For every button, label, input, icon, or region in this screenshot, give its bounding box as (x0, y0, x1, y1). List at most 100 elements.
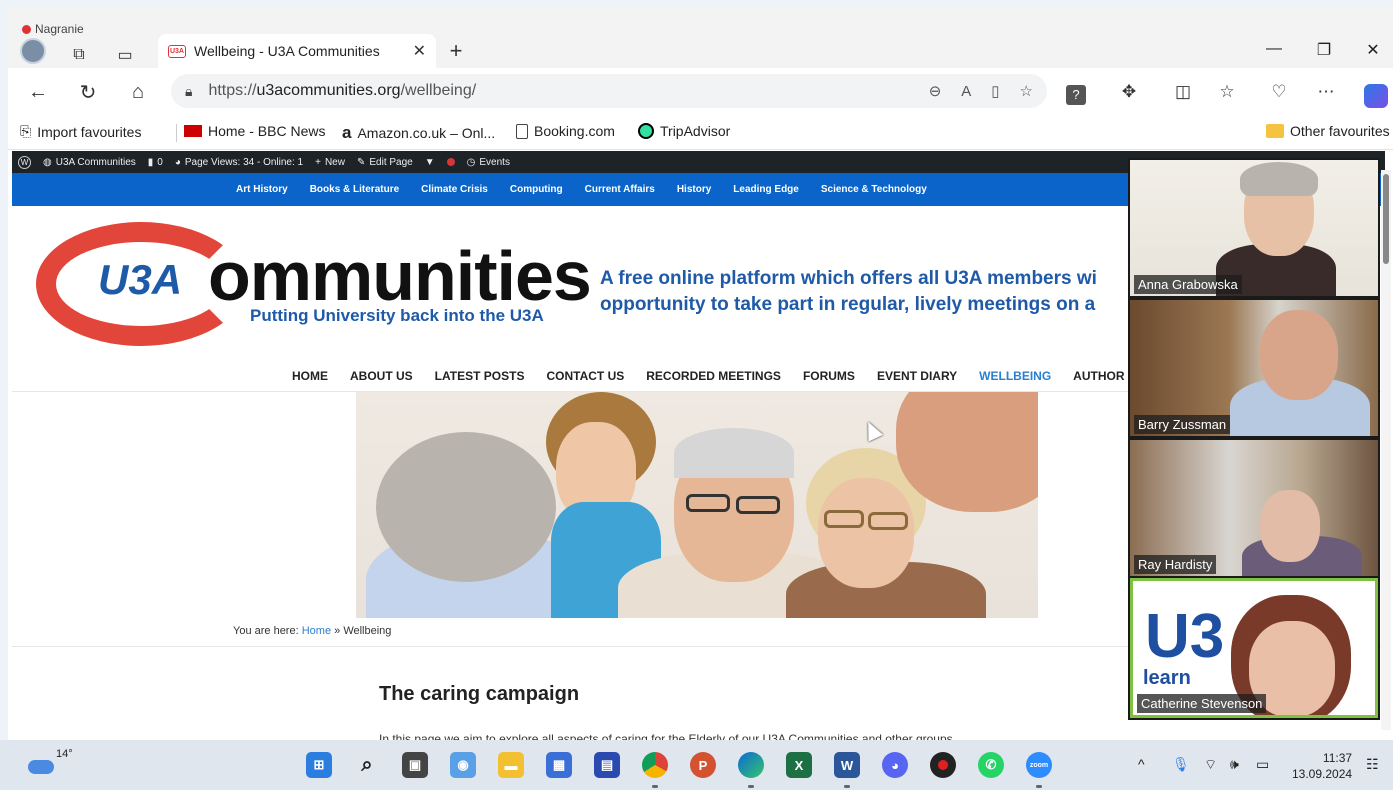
back-button[interactable]: ← (22, 76, 54, 108)
yoast-icon[interactable]: ▼ (425, 157, 435, 168)
category-link[interactable]: Science & Technology (821, 184, 927, 195)
wp-edit-page[interactable]: ✎ Edit Page (357, 157, 413, 168)
task-view-icon[interactable]: ▣ (402, 752, 428, 778)
tab-wellbeing[interactable]: U3A Wellbeing - U3A Communities ✕ (158, 34, 436, 68)
amazon-icon: a (342, 123, 352, 142)
chrome-icon[interactable] (642, 752, 668, 778)
breadcrumb-current: Wellbeing (343, 625, 392, 637)
restore-button[interactable]: ❐ (1304, 40, 1344, 60)
wp-page-views[interactable]: ◕ Page Views: 34 - Online: 1 (175, 157, 303, 168)
wifi-icon[interactable]: ⌔ (1204, 756, 1217, 774)
wp-new[interactable]: + New (315, 157, 345, 168)
category-link[interactable]: Current Affairs (585, 184, 655, 195)
workspaces-icon[interactable]: ⧉ (66, 42, 92, 68)
whatsapp-icon[interactable]: ✆ (978, 752, 1004, 778)
favorite-star-icon[interactable]: ☆ (1020, 82, 1033, 100)
immersive-reader-icon[interactable]: ▯ (991, 82, 999, 100)
nav-contact-us[interactable]: CONTACT US (546, 369, 624, 383)
folder-icon (1266, 124, 1284, 138)
copilot-icon[interactable] (1364, 84, 1388, 108)
category-link[interactable]: Climate Crisis (421, 184, 488, 195)
breadcrumb-home-link[interactable]: Home (302, 625, 331, 637)
participant-name: Ray Hardisty (1134, 555, 1217, 574)
widgets-icon[interactable]: ◉ (450, 752, 476, 778)
wordpress-icon[interactable]: W (18, 155, 31, 169)
powerpoint-icon[interactable]: P (690, 752, 716, 778)
wp-events[interactable]: ◷ Events (467, 157, 510, 168)
url-text[interactable]: https://u3acommunities.org/wellbeing/ (208, 82, 908, 100)
file-explorer-icon[interactable]: ▬ (498, 752, 524, 778)
clock-date: 13.09.2024 (1292, 767, 1353, 781)
import-icon: ⎘ (20, 123, 32, 139)
help-extension-icon[interactable]: ? (1066, 85, 1086, 105)
nav-event-diary[interactable]: EVENT DIARY (877, 369, 957, 383)
record-app-icon[interactable] (930, 752, 956, 778)
participant-tile[interactable]: Anna Grabowska (1130, 160, 1378, 296)
close-tab-icon[interactable]: ✕ (413, 41, 426, 61)
read-aloud-icon[interactable]: A (961, 83, 971, 100)
nav-forums[interactable]: FORUMS (803, 369, 855, 383)
home-button[interactable]: ⌂ (122, 76, 154, 108)
system-clock[interactable]: 11:37 13.09.2024 (1292, 750, 1352, 782)
category-link[interactable]: Computing (510, 184, 563, 195)
tab-actions-icon[interactable]: ▭ (112, 42, 138, 68)
fav-booking[interactable]: Booking.com (516, 123, 615, 139)
participant-tile[interactable]: Barry Zussman (1130, 300, 1378, 436)
battery-icon[interactable]: ▭ (1256, 756, 1269, 773)
breadcrumb: You are here: Home » Wellbeing (233, 625, 392, 637)
microphone-icon[interactable]: 🎙︎ (1172, 756, 1190, 773)
page-intro: In this page we aim to explore all aspec… (379, 732, 953, 740)
notifications-icon[interactable]: ☷ (1366, 756, 1379, 773)
profile-avatar[interactable] (20, 38, 46, 64)
start-icon[interactable]: ⊞ (306, 752, 332, 778)
zoom-out-icon[interactable]: ⊖ (929, 82, 942, 100)
recording-label: Nagranie (35, 22, 84, 36)
fav-import[interactable]: ⎘ Import favourites (20, 123, 141, 140)
calendar-icon: ◷ (466, 156, 476, 168)
nav-home[interactable]: HOME (292, 369, 328, 383)
fav-amazon[interactable]: a Amazon.co.uk – Onl... (342, 123, 495, 143)
favourites-icon[interactable]: ☆ (1214, 82, 1240, 102)
store-icon[interactable]: ▦ (546, 752, 572, 778)
browser-essentials-icon[interactable]: ♡ (1266, 82, 1292, 102)
save-app-icon[interactable]: ▤ (594, 752, 620, 778)
nav-recorded-meetings[interactable]: RECORDED MEETINGS (646, 369, 781, 383)
tripadvisor-icon (638, 123, 654, 139)
nav-wellbeing[interactable]: WELLBEING (979, 369, 1051, 383)
zoom-icon[interactable]: zoom (1026, 752, 1052, 778)
show-hidden-icons[interactable]: ^ (1138, 756, 1145, 772)
fav-bbc-news[interactable]: Home - BBC News (184, 123, 325, 139)
weather-widget[interactable]: 14° (28, 748, 73, 774)
new-tab-button[interactable]: + (443, 38, 469, 64)
category-link[interactable]: History (677, 184, 711, 195)
extensions-icon[interactable]: ✥ (1116, 82, 1142, 102)
category-link[interactable]: Leading Edge (733, 184, 799, 195)
address-bar[interactable]: 🔒︎ https://u3acommunities.org/wellbeing/… (171, 74, 1047, 108)
seo-status-icon[interactable] (446, 158, 455, 166)
discord-icon[interactable]: ◕ (882, 752, 908, 778)
nav-latest-posts[interactable]: LATEST POSTS (435, 369, 525, 383)
fav-other-folder[interactable]: Other favourites (1266, 123, 1390, 139)
page-scrollbar[interactable] (1381, 170, 1391, 730)
refresh-button[interactable]: ↻ (72, 76, 104, 108)
split-screen-icon[interactable]: ◫ (1170, 82, 1196, 102)
left-edge (0, 0, 8, 740)
participant-tile[interactable]: Ray Hardisty (1130, 440, 1378, 576)
fav-tripadvisor[interactable]: TripAdvisor (638, 123, 730, 139)
category-link[interactable]: Art History (236, 184, 288, 195)
category-link[interactable]: Books & Literature (310, 184, 399, 195)
wp-site-link[interactable]: ◍ U3A Communities (43, 157, 136, 168)
edge-icon[interactable] (738, 752, 764, 778)
participant-tile-active-speaker[interactable]: U3 learn Catherine Stevenson (1130, 578, 1378, 718)
close-window-button[interactable]: ✕ (1353, 40, 1393, 60)
search-icon[interactable]: ⌕ (354, 752, 380, 778)
wp-comments[interactable]: ▮ 0 (148, 157, 163, 168)
more-menu-icon[interactable]: ⋯ (1313, 82, 1339, 102)
excel-icon[interactable]: X (786, 752, 812, 778)
volume-icon[interactable]: 🕪︎ (1230, 756, 1239, 773)
lock-icon[interactable]: 🔒︎ (185, 83, 192, 100)
nav-about-us[interactable]: ABOUT US (350, 369, 413, 383)
scroll-thumb[interactable] (1383, 174, 1389, 264)
minimize-button[interactable]: — (1254, 40, 1294, 58)
word-icon[interactable]: W (834, 752, 860, 778)
